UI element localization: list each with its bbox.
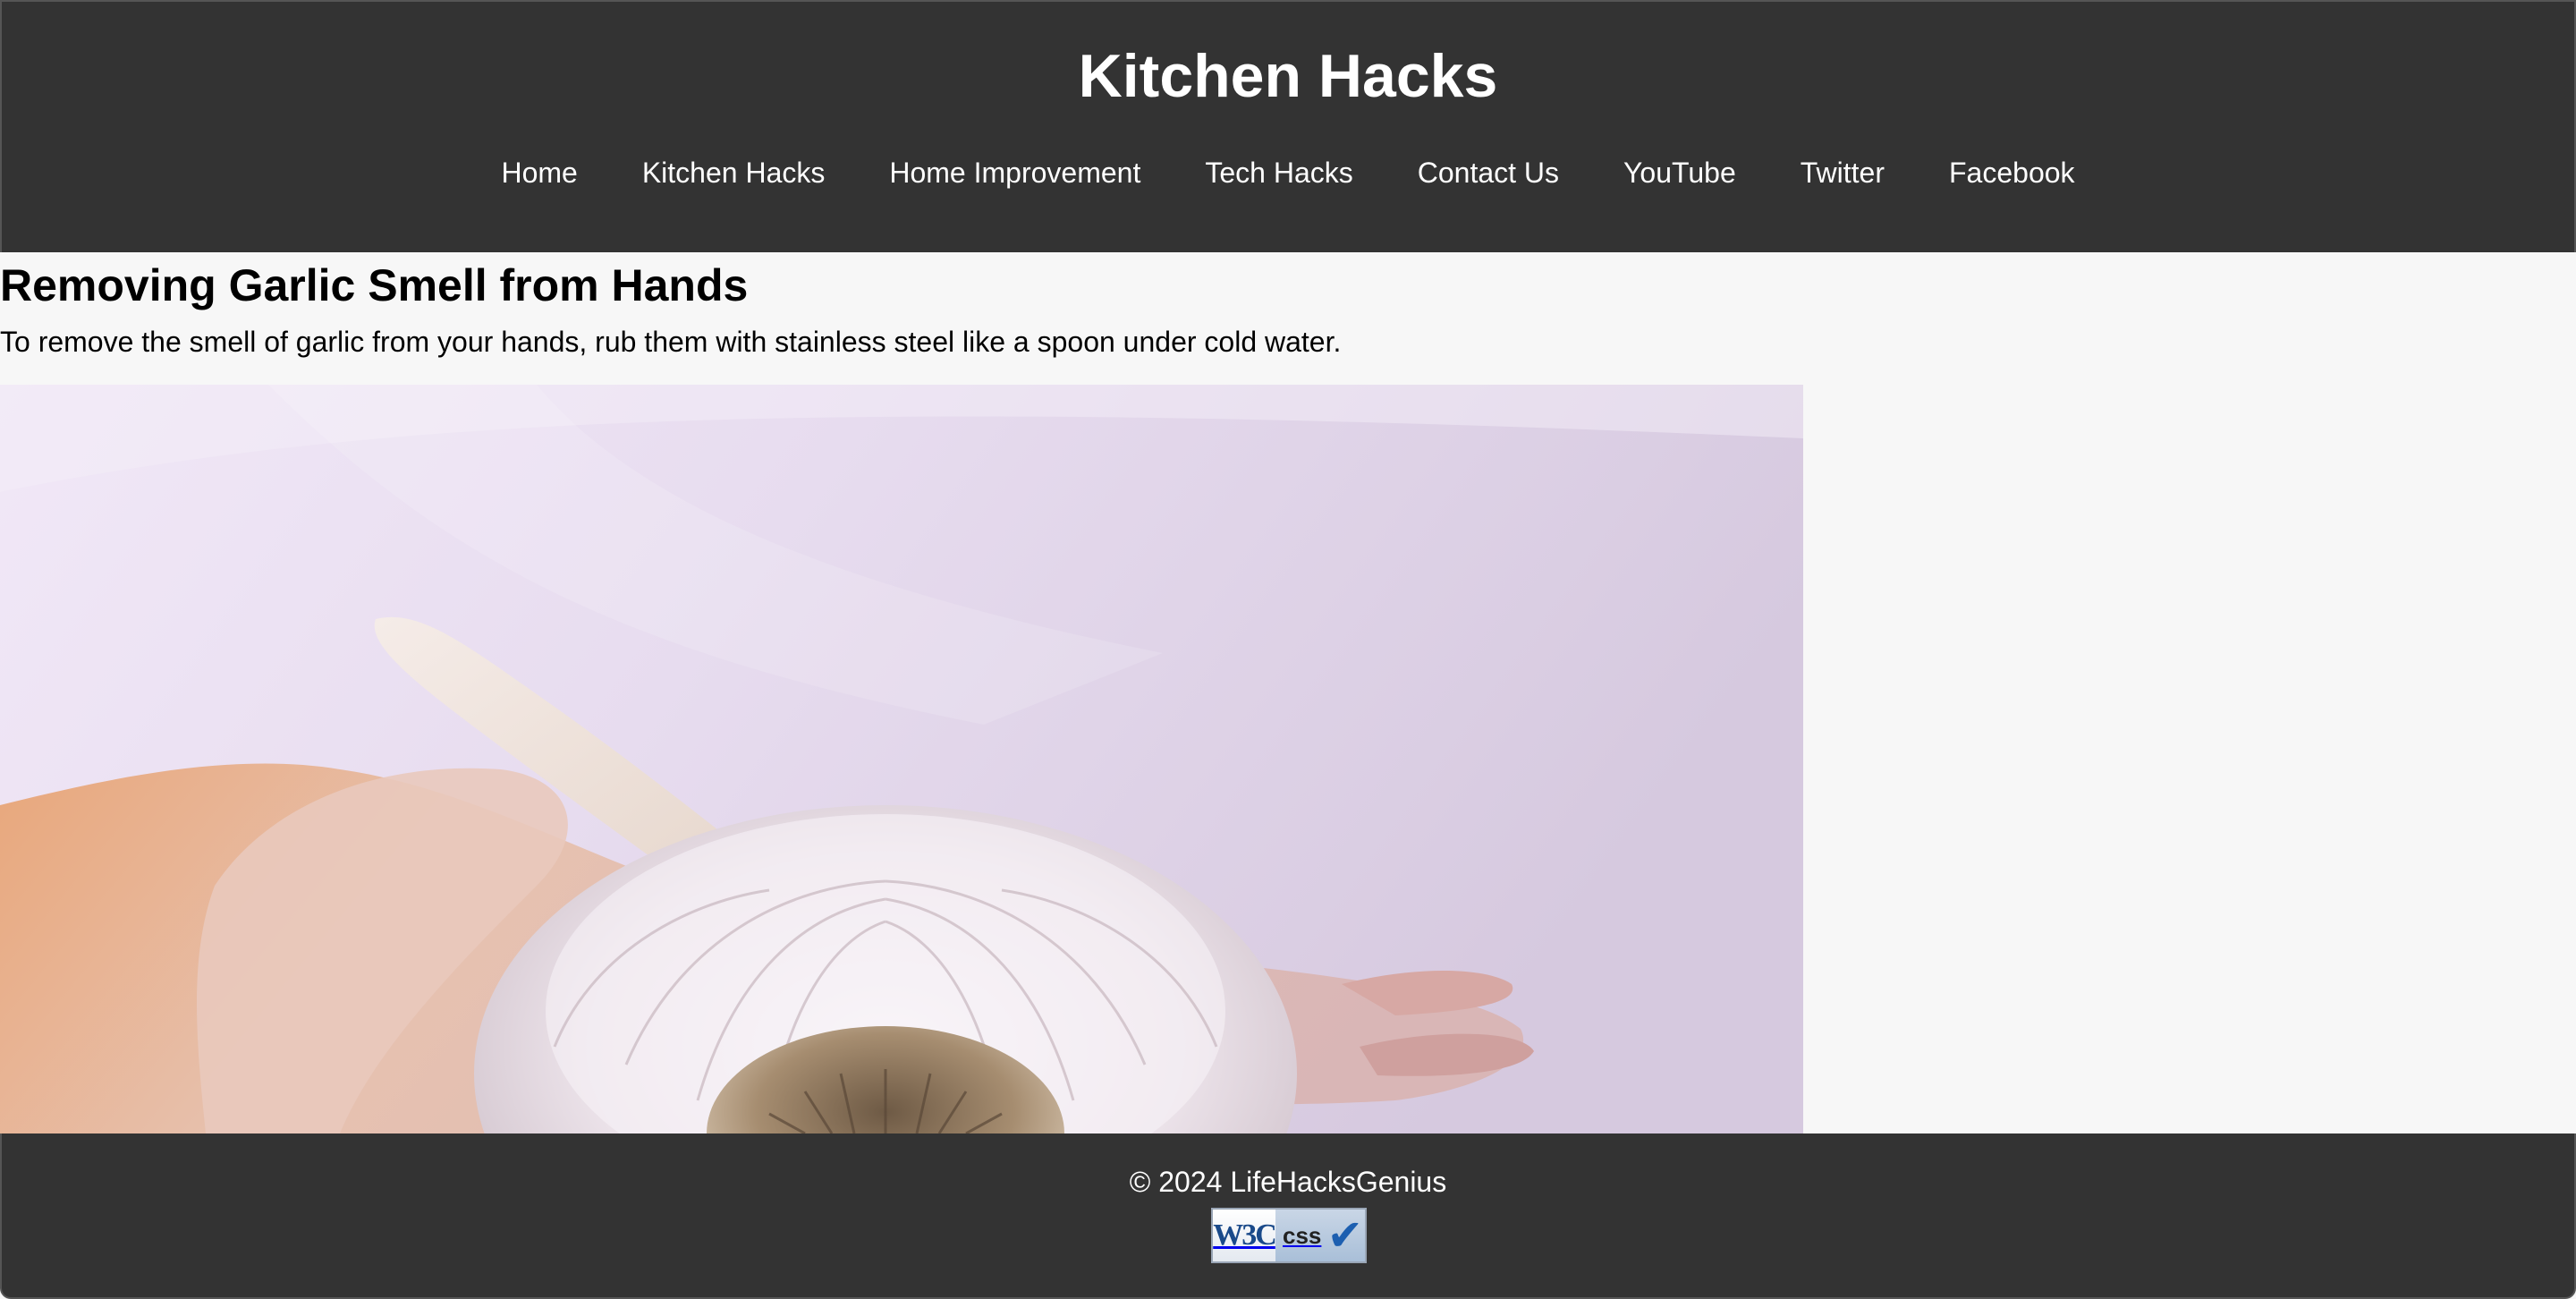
nav-link-tech-hacks[interactable]: Tech Hacks bbox=[1173, 150, 1385, 195]
page: Kitchen Hacks Home Kitchen Hacks Home Im… bbox=[0, 0, 2576, 1299]
nav-link-youtube[interactable]: YouTube bbox=[1591, 150, 1768, 195]
nav-link-twitter[interactable]: Twitter bbox=[1768, 150, 1917, 195]
main-nav: Home Kitchen Hacks Home Improvement Tech… bbox=[2, 150, 2574, 195]
nav-link-home-improvement[interactable]: Home Improvement bbox=[857, 150, 1173, 195]
article-title: Removing Garlic Smell from Hands bbox=[0, 260, 749, 310]
checkmark-icon: ✔ bbox=[1326, 1212, 1363, 1260]
site-header: Kitchen Hacks Home Kitchen Hacks Home Im… bbox=[0, 0, 2576, 252]
nav-link-home[interactable]: Home bbox=[469, 150, 609, 195]
site-title: Kitchen Hacks bbox=[1078, 42, 1498, 110]
main-content: Removing Garlic Smell from Hands To remo… bbox=[0, 252, 2576, 1133]
nav-link-kitchen-hacks[interactable]: Kitchen Hacks bbox=[610, 150, 858, 195]
site-footer: © 2024 LifeHacksGenius W3C css ✔ bbox=[0, 1133, 2576, 1299]
copyright-text: © 2024 LifeHacksGenius bbox=[1129, 1166, 1447, 1198]
nav-link-facebook[interactable]: Facebook bbox=[1917, 150, 2107, 195]
w3c-logo-text: W3C bbox=[1213, 1210, 1277, 1261]
w3c-css-valid-badge[interactable]: W3C css ✔ bbox=[1211, 1208, 1367, 1263]
nav-link-contact-us[interactable]: Contact Us bbox=[1385, 150, 1591, 195]
css-label: css ✔ bbox=[1275, 1210, 1365, 1261]
garlic-photo bbox=[0, 385, 1803, 1133]
article-text: To remove the smell of garlic from your … bbox=[0, 326, 1342, 358]
css-text: css bbox=[1283, 1221, 1322, 1249]
